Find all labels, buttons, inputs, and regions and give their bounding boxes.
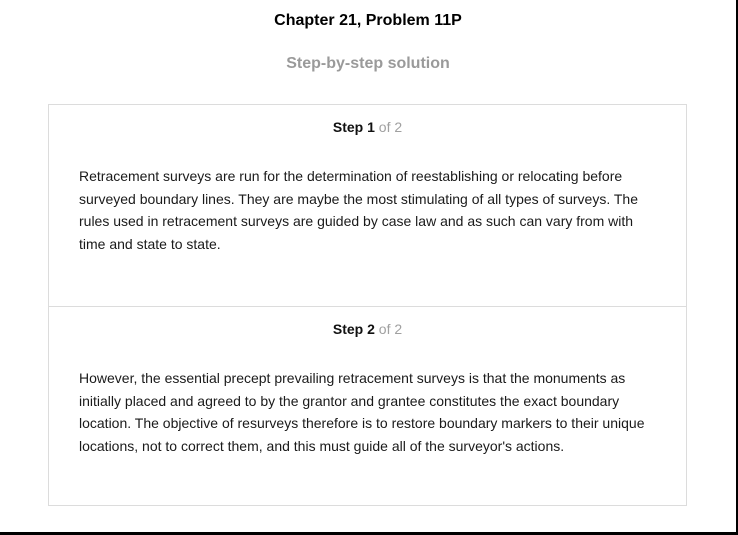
step-2-label: Step (332, 321, 364, 337)
step-1-section: Step 1 of 2 Retracement surveys are run … (49, 105, 686, 307)
step-2-total: of 2 (378, 321, 403, 337)
page-subtitle: Step-by-step solution (286, 55, 450, 72)
step-1-text: Retracement surveys are run for the dete… (79, 168, 638, 252)
step-2-header: Step 2 of 2 (49, 321, 686, 337)
step-1-header: Step 1 of 2 (49, 119, 686, 135)
solution-page: Chapter 21, Problem 11P Step-by-step sol… (0, 0, 738, 535)
step-1-total: of 2 (378, 119, 403, 135)
step-2-section: Step 2 of 2 However, the essential prece… (49, 307, 686, 505)
step-1-number: 1 (367, 119, 375, 135)
page-title: Chapter 21, Problem 11P (274, 12, 462, 29)
step-1-label: Step (332, 119, 364, 135)
step-2-text: However, the essential precept prevailin… (79, 370, 645, 454)
step-2-number: 2 (367, 321, 375, 337)
steps-card: Step 1 of 2 Retracement surveys are run … (48, 104, 687, 506)
